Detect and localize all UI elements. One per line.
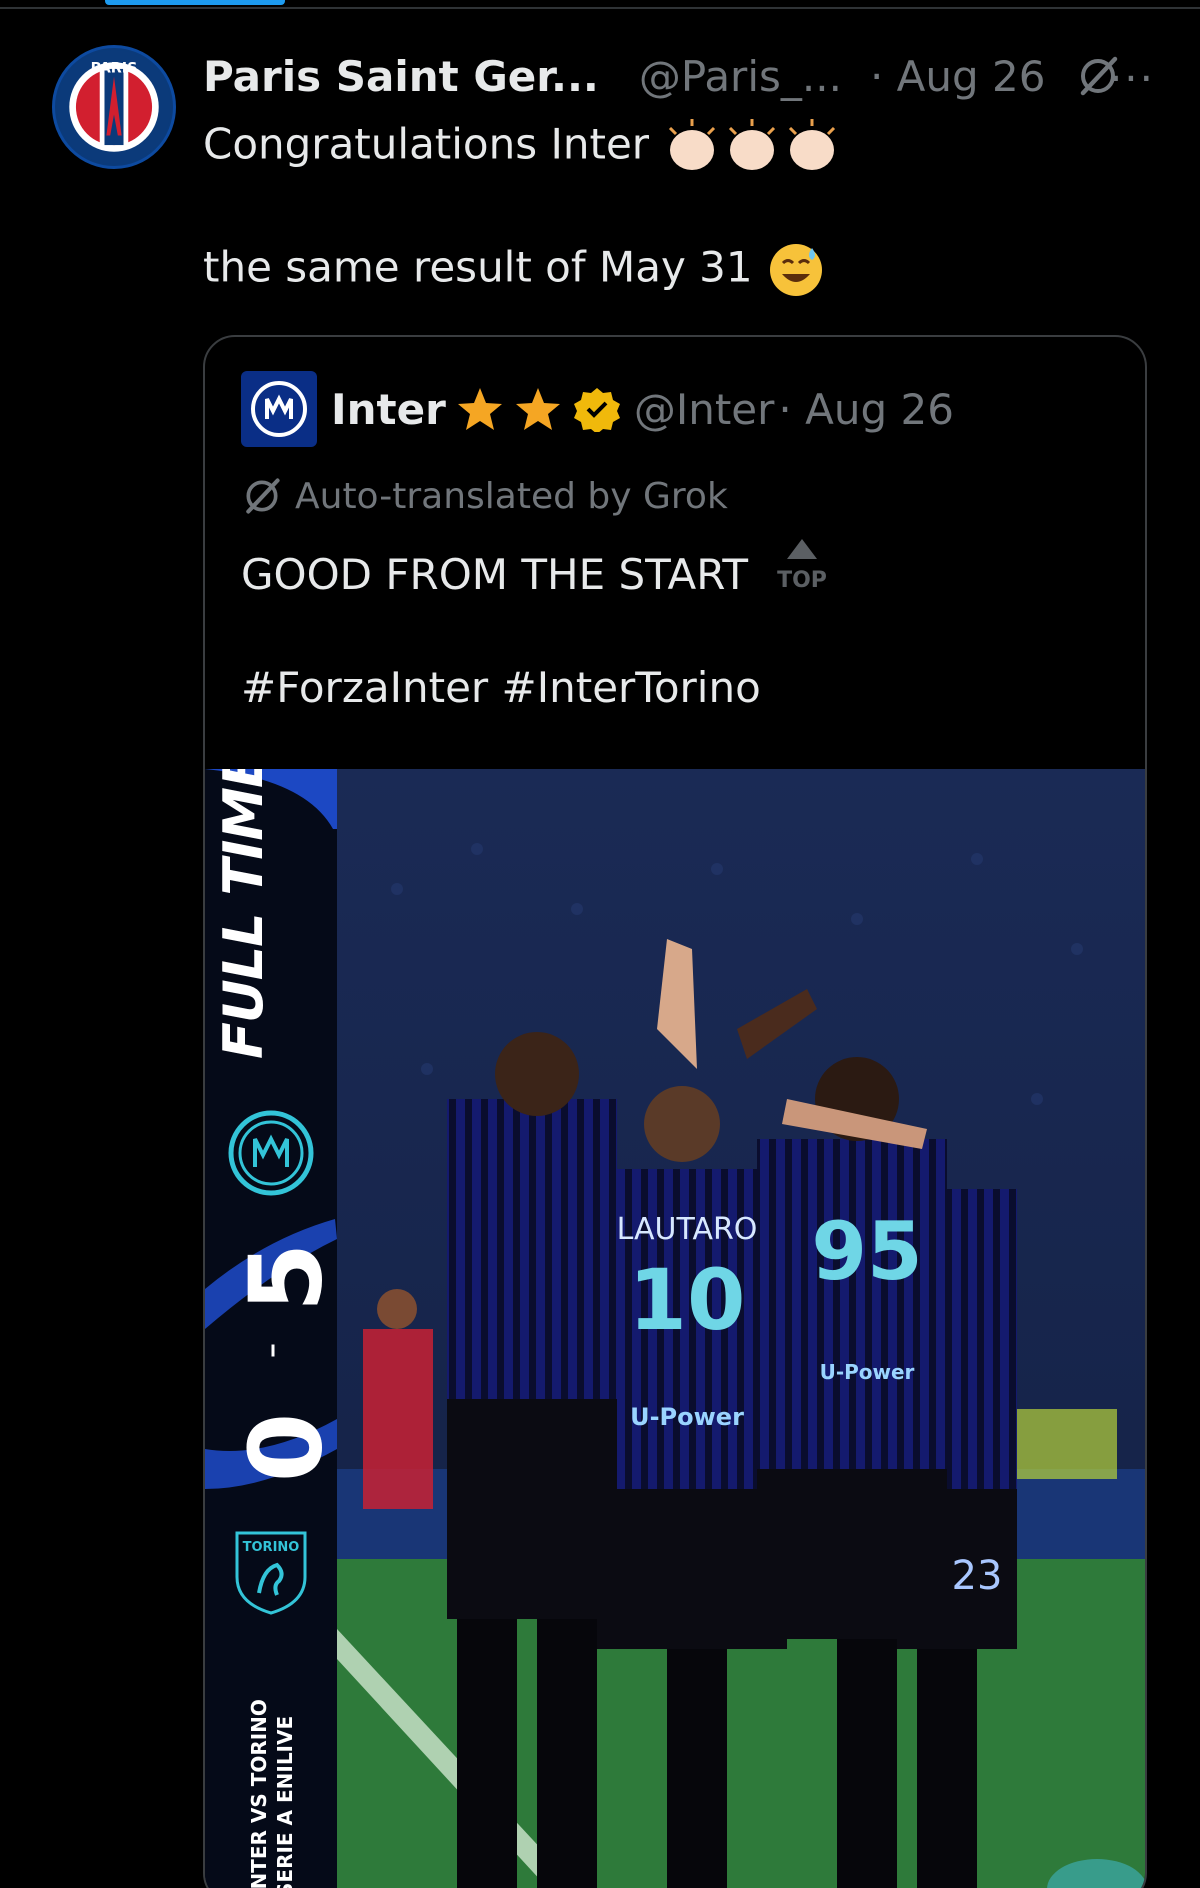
match-title: INTER VS TORINO <box>247 1699 271 1888</box>
psg-logo: PARIS <box>56 49 172 165</box>
quoted-author-name[interactable]: Inter <box>331 385 446 434</box>
clap-icon <box>669 119 836 170</box>
post-text-line1: Congratulations Inter <box>203 118 842 176</box>
post-date[interactable]: · Aug 26 <box>870 52 1046 101</box>
post-image[interactable]: LAUTARO 10 95 23 U-Power U-Power FULL TI… <box>205 769 1145 1888</box>
inter-avatar[interactable] <box>241 371 317 447</box>
post-text: Congratulations Inter <box>203 119 650 169</box>
grok-icon <box>246 478 280 514</box>
quoted-post-date[interactable]: · Aug 26 <box>778 385 954 434</box>
top-arrow-icon: TOP <box>777 539 827 593</box>
svg-text:U-Power: U-Power <box>820 1360 915 1384</box>
sweat-smile-icon <box>770 244 822 296</box>
quoted-post[interactable]: Inter @Inter · Aug 26 Auto-translated by… <box>203 335 1147 1888</box>
team-celebration-photo: LAUTARO 10 95 23 U-Power U-Power <box>337 769 1145 1888</box>
translation-label: Auto-translated by Grok <box>295 475 728 517</box>
quoted-header: Inter @Inter · Aug 26 <box>241 371 954 447</box>
verified-badge-icon[interactable] <box>573 386 620 432</box>
svg-text:TORINO: TORINO <box>243 1540 300 1555</box>
competition-name: SERIE A ENILIVE <box>273 1715 297 1888</box>
author-avatar[interactable]: PARIS <box>52 45 176 169</box>
active-tab-indicator <box>105 0 285 5</box>
home-score: 5 <box>227 1242 345 1313</box>
quoted-text: GOOD FROM THE START <box>241 550 749 599</box>
svg-text:U-Power: U-Power <box>630 1403 744 1431</box>
top-divider <box>0 7 1200 9</box>
score-separator <box>271 1344 275 1357</box>
svg-text:TOP: TOP <box>777 568 827 593</box>
away-score: 0 <box>227 1412 345 1483</box>
star-icon <box>515 388 560 430</box>
quoted-author-handle[interactable]: @Inter <box>634 385 775 434</box>
svg-text:10: 10 <box>629 1251 746 1349</box>
more-icon[interactable]: ··· <box>1109 54 1155 103</box>
svg-text:95: 95 <box>811 1205 922 1298</box>
torino-crest-icon: TORINO <box>235 1531 307 1615</box>
post-header: Paris Saint Ger... @Paris_... · Aug 26 ·… <box>203 48 1163 104</box>
svg-text:23: 23 <box>952 1553 1003 1599</box>
star-icon <box>457 388 502 430</box>
quoted-hashtags[interactable]: #ForzaInter #InterTorino <box>241 663 761 712</box>
quoted-text-line1: GOOD FROM THE START TOP <box>241 537 831 599</box>
post-text-line2: the same result of May 31 <box>203 240 826 300</box>
inter-logo <box>251 381 307 437</box>
svg-text:LAUTARO: LAUTARO <box>617 1212 758 1247</box>
svg-text:PARIS: PARIS <box>91 61 138 77</box>
author-name[interactable]: Paris Saint Ger... <box>203 52 599 101</box>
author-handle[interactable]: @Paris_... <box>639 52 842 101</box>
post-text-secondary: the same result of May 31 <box>203 242 753 292</box>
translation-notice[interactable]: Auto-translated by Grok <box>241 475 728 517</box>
inter-crest-icon <box>228 1110 314 1196</box>
full-time-label: FULL TIME <box>212 769 275 1059</box>
